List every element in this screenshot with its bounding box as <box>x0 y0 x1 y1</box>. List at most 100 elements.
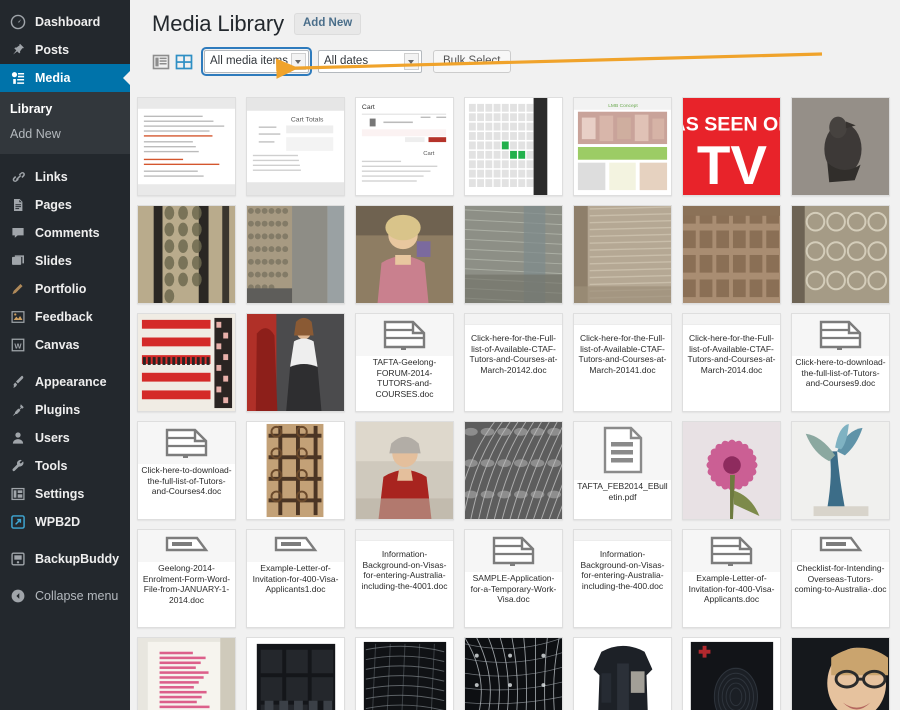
media-item-image[interactable] <box>137 637 236 710</box>
sidebar-item-settings[interactable]: Settings <box>0 480 130 508</box>
media-item-document[interactable]: Click-here-to-download-the-full-list-of-… <box>791 313 890 412</box>
media-item-image[interactable] <box>355 637 454 710</box>
sidebar-item-pages[interactable]: Pages <box>0 191 130 219</box>
svg-text:TV: TV <box>697 134 768 195</box>
thumbnail-textile-circles-pattern <box>792 206 889 303</box>
menu-separator <box>0 536 130 545</box>
sidebar-item-canvas[interactable]: W Canvas <box>0 331 130 359</box>
media-item-image[interactable] <box>791 205 890 304</box>
media-item-image[interactable] <box>791 637 890 710</box>
sidebar-item-label: Settings <box>35 486 85 501</box>
sidebar-item-links[interactable]: Links <box>0 163 130 191</box>
word-doc-icon <box>818 318 864 355</box>
sidebar-item-label: Tools <box>35 458 68 473</box>
media-item-document[interactable]: Checklist-for-Intending-Overseas-Tutors-… <box>791 529 890 628</box>
media-grid-container[interactable]: Cart Totals Cart Cart LMB Concept AS SEEN ON… <box>130 97 900 710</box>
media-item-image[interactable] <box>137 205 236 304</box>
media-item-filename: Information-Background-on-Visas-for-ente… <box>574 541 671 627</box>
sidebar-item-label: Dashboard <box>35 14 101 29</box>
media-item-image[interactable] <box>464 421 563 520</box>
media-item-image[interactable] <box>464 205 563 304</box>
media-item-image[interactable] <box>682 637 781 710</box>
sidebar-item-feedback[interactable]: Feedback <box>0 303 130 331</box>
media-item-image[interactable] <box>791 421 890 520</box>
thumbnail-screenshot-website-collage: LMB Concept <box>574 98 671 195</box>
thumbnail-textile-beige-weave <box>574 206 671 303</box>
media-item-document[interactable]: Geelong-2014-Enrolment-Form-Word-File-fr… <box>137 529 236 628</box>
submenu-item-add-new[interactable]: Add New <box>0 122 130 147</box>
main-content: Media Library Add New All media items Al… <box>130 0 900 710</box>
thumbnail-screenshot-cart-table: Cart Cart <box>356 98 453 195</box>
media-item-document[interactable]: TAFTA_FEB2014_EBulletin.pdf <box>573 421 672 520</box>
media-item-image[interactable] <box>355 205 454 304</box>
sidebar-item-users[interactable]: Users <box>0 424 130 452</box>
collapse-menu-label: Collapse menu <box>35 588 119 603</box>
media-item-filename: Information-Background-on-Visas-for-ente… <box>356 541 453 627</box>
plugin-icon <box>10 402 26 418</box>
sidebar-item-label: WPB2D <box>35 514 81 529</box>
media-item-image[interactable] <box>246 313 345 412</box>
media-item-image[interactable]: LMB Concept <box>573 97 672 196</box>
sidebar-item-appearance[interactable]: Appearance <box>0 368 130 396</box>
media-item-image[interactable] <box>137 97 236 196</box>
media-item-image[interactable] <box>464 637 563 710</box>
media-item-document[interactable]: Example-Letter-of-Invitation-for-400-Vis… <box>246 529 345 628</box>
page-icon <box>10 197 26 213</box>
media-item-image[interactable] <box>246 637 345 710</box>
comment-icon <box>10 225 26 241</box>
page-header: Media Library Add New <box>130 0 900 44</box>
media-item-image[interactable] <box>246 421 345 520</box>
sidebar-item-portfolio[interactable]: Portfolio <box>0 275 130 303</box>
admin-sidebar: Dashboard Posts Media Library Add New Links Pa… <box>0 0 130 710</box>
media-item-image[interactable]: Cart Totals <box>246 97 345 196</box>
backup-icon <box>10 551 26 567</box>
media-item-image[interactable]: Cart Cart <box>355 97 454 196</box>
media-item-document[interactable]: SAMPLE-Application-for-a-Temporary-Work-… <box>464 529 563 628</box>
sidebar-item-backupbuddy[interactable]: BackupBuddy <box>0 545 130 573</box>
media-item-image[interactable] <box>791 97 890 196</box>
sidebar-item-media[interactable]: Media <box>0 64 130 92</box>
add-new-button[interactable]: Add New <box>293 13 362 35</box>
media-item-document[interactable]: Click-here-for-the-Full-list-of-Availabl… <box>464 313 563 412</box>
sidebar-item-dashboard[interactable]: Dashboard <box>0 8 130 36</box>
submenu-item-library[interactable]: Library <box>0 97 130 122</box>
media-filter-select[interactable]: All media items <box>201 47 312 76</box>
sidebar-item-comments[interactable]: Comments <box>0 219 130 247</box>
sidebar-item-posts[interactable]: Posts <box>0 36 130 64</box>
media-item-image[interactable] <box>682 421 781 520</box>
thumbnail-portrait-woman-pink <box>356 206 453 303</box>
bulk-select-button[interactable]: Bulk Select <box>432 50 511 73</box>
media-item-image[interactable] <box>246 205 345 304</box>
media-item-document[interactable]: Click-here-for-the-Full-list-of-Availabl… <box>682 313 781 412</box>
sidebar-item-wpb2d[interactable]: WPB2D <box>0 508 130 536</box>
dashboard-icon <box>10 14 26 30</box>
thumbnail-textile-leaf-pattern <box>138 206 235 303</box>
media-item-document[interactable]: Click-here-to-download-the-full-list-of-… <box>137 421 236 520</box>
media-item-filename: SAMPLE-Application-for-a-Temporary-Work-… <box>465 572 562 627</box>
thumbnail-bird-on-concrete <box>792 98 889 195</box>
media-grid: Cart Totals Cart Cart LMB Concept AS SEEN ON… <box>130 97 900 710</box>
collapse-menu-button[interactable]: Collapse menu <box>0 582 130 610</box>
wordpress-admin-screen: Dashboard Posts Media Library Add New Links Pa… <box>0 0 900 710</box>
media-item-document[interactable]: Click-here-for-the-Full-list-of-Availabl… <box>573 313 672 412</box>
thumbnail-textile-stitched-blue <box>465 206 562 303</box>
media-item-document[interactable]: Information-Background-on-Visas-for-ente… <box>355 529 454 628</box>
media-item-document[interactable]: Information-Background-on-Visas-for-ente… <box>573 529 672 628</box>
media-item-document[interactable]: TAFTA-Geelong-FORUM-2014-TUTORS-and-COUR… <box>355 313 454 412</box>
media-item-image[interactable] <box>682 205 781 304</box>
sidebar-item-plugins[interactable]: Plugins <box>0 396 130 424</box>
list-view-icon[interactable] <box>152 53 170 71</box>
media-item-filename: TAFTA-Geelong-FORUM-2014-TUTORS-and-COUR… <box>356 356 453 411</box>
media-item-image[interactable]: AS SEEN ONTV <box>682 97 781 196</box>
grid-view-icon[interactable] <box>175 53 193 71</box>
media-item-image[interactable] <box>573 205 672 304</box>
media-item-image[interactable] <box>464 97 563 196</box>
media-item-image[interactable] <box>137 313 236 412</box>
media-item-document[interactable]: Example-Letter-of-Invitation-for-400-Vis… <box>682 529 781 628</box>
sidebar-item-slides[interactable]: Slides <box>0 247 130 275</box>
thumbnail-screenshot-cart-totals: Cart Totals <box>247 98 344 195</box>
media-item-image[interactable] <box>355 421 454 520</box>
sidebar-item-tools[interactable]: Tools <box>0 452 130 480</box>
date-filter-select[interactable]: All dates <box>317 50 422 73</box>
media-item-image[interactable] <box>573 637 672 710</box>
